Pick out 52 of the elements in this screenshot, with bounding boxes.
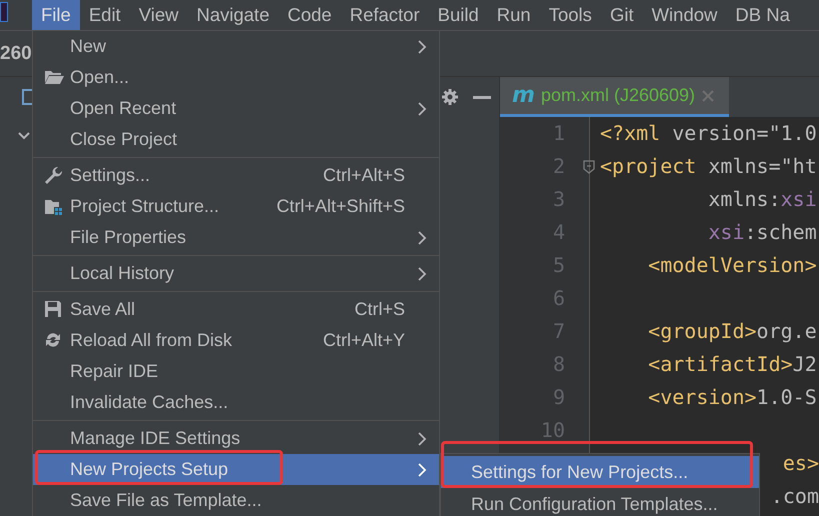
menu-item[interactable]: Repair IDE	[33, 356, 439, 387]
folder-grid-icon	[44, 197, 64, 216]
menu-bar-item[interactable]: Run	[488, 0, 540, 30]
menu-bar-item[interactable]: Code	[278, 0, 341, 30]
menu-bar-item[interactable]: Tools	[540, 0, 601, 30]
settings-icon[interactable]	[441, 88, 459, 106]
menu-bar-item[interactable]: Refactor	[340, 0, 429, 30]
code-line: .com	[770, 483, 819, 510]
code-line: xmlns:xsi	[707, 186, 817, 213]
menu-item[interactable]: New	[33, 31, 439, 62]
menu-bar-item[interactable]: View	[130, 0, 188, 30]
menu-bar-item[interactable]: Window	[642, 0, 726, 30]
shortcut-label: Ctrl+S	[354, 299, 405, 320]
menu-bar-item[interactable]: DB Na	[726, 0, 799, 30]
menu-item[interactable]: Reload All from Disk Ctrl+Alt+Y	[33, 325, 439, 356]
folder-icon	[44, 68, 64, 87]
menu-item[interactable]: Local History	[33, 258, 439, 289]
menu-bar-item[interactable]: File	[32, 0, 80, 30]
menu-item[interactable]: File Properties	[33, 222, 439, 253]
menu-item[interactable]: Manage IDE Settings	[33, 423, 439, 454]
fold-marker-icon[interactable]	[583, 160, 595, 174]
menu-item[interactable]: Open Recent	[33, 93, 439, 124]
wrench-icon	[44, 166, 64, 185]
shortcut-label: Ctrl+Alt+Y	[322, 330, 405, 351]
menu-item[interactable]: Close Project	[33, 124, 439, 155]
maven-file-icon: m	[512, 83, 535, 108]
menu-item[interactable]: Project Structure... Ctrl+Alt+Shift+S	[33, 191, 439, 222]
menu-bar-item[interactable]: Edit	[80, 0, 130, 30]
code-line: <groupId>org.e	[647, 318, 817, 345]
menu-item[interactable]: Save All Ctrl+S	[33, 294, 439, 325]
menu-bar-item[interactable]: Navigate	[187, 0, 278, 30]
project-name[interactable]: 260	[0, 42, 32, 64]
menu-item[interactable]: Run Configuration Templates...	[441, 488, 759, 516]
code-line: <project xmlns="ht	[600, 153, 817, 180]
code-line: <version>1.0-S	[647, 384, 817, 411]
shortcut-label: Ctrl+Alt+S	[322, 165, 405, 186]
code-line: es>	[782, 450, 819, 477]
chevron-down-icon[interactable]	[18, 131, 30, 140]
menu-bar-item[interactable]: Build	[428, 0, 488, 30]
code-line: xsi:schem	[707, 219, 817, 246]
app-logo-icon	[0, 2, 8, 22]
shortcut-label: Ctrl+Alt+Shift+S	[276, 196, 405, 217]
code-line: <modelVersion>	[647, 252, 817, 279]
menu-item[interactable]: Settings... Ctrl+Alt+S	[33, 160, 439, 191]
menu-item[interactable]: New Projects Setup	[33, 454, 439, 485]
code-line: <?xml version="1.0	[600, 120, 817, 147]
menu-item[interactable]: Open...	[33, 62, 439, 93]
code-line: <artifactId>J2	[647, 351, 817, 378]
editor-tab[interactable]: m pom.xml (J260609)	[500, 77, 730, 117]
menu-bar-item[interactable]: Git	[600, 0, 643, 30]
menu-item[interactable]: Save File as Template...	[33, 485, 439, 516]
menu-item[interactable]: Invalidate Caches...	[33, 387, 439, 418]
